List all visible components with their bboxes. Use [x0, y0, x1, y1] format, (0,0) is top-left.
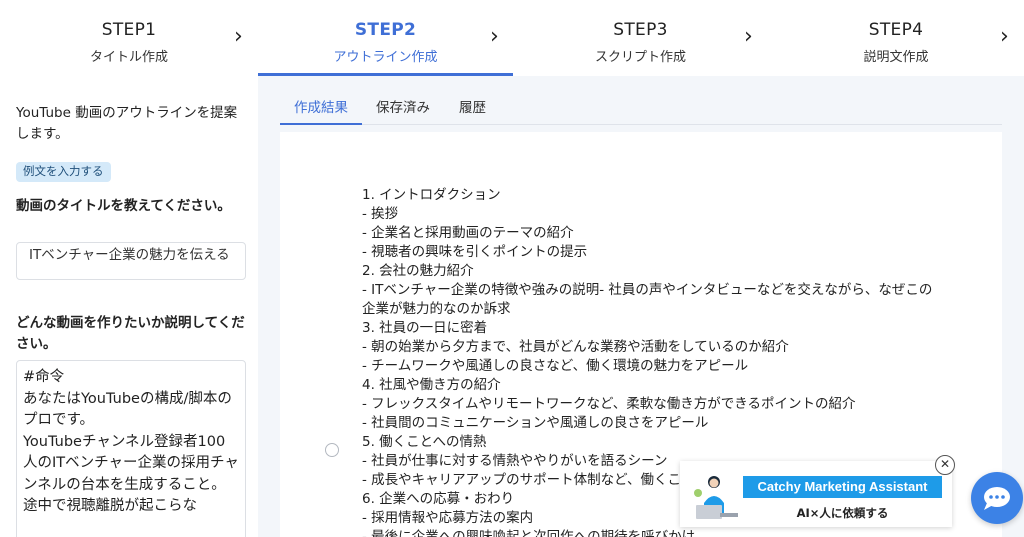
outline-line: 企業が魅力的なのか訴求	[362, 301, 511, 317]
step-navigation: STEP1 タイトル作成 › STEP2 アウトライン作成 › STEP3 スク…	[0, 0, 1024, 76]
outline-line: - 朝の始業から夕方まで、社員がどんな業務や活動をしているのか紹介	[362, 339, 789, 355]
outline-line: 1. イントロダクション	[362, 187, 501, 203]
video-title-input[interactable]: ITベンチャー企業の魅力を伝える	[16, 242, 246, 280]
outline-line: - フレックスタイムやリモートワークなど、柔軟な働き方ができるポイントの紹介	[362, 396, 856, 412]
chat-bubble-glyph	[984, 487, 1010, 510]
outline-line: 4. 社風や働き方の紹介	[362, 377, 501, 393]
chat-bubble-icon[interactable]	[971, 472, 1023, 524]
outline-line: - 最後に企業への興味喚起と次回作への期待を呼びかけ	[362, 529, 696, 537]
step-2-tab[interactable]: STEP2 アウトライン作成	[258, 0, 513, 76]
result-tabs: 作成結果 保存済み 履歴	[280, 90, 1002, 125]
active-tab-indicator	[280, 123, 362, 125]
outline-line: - ITベンチャー企業の特徴や強みの説明- 社員の声やインタビューなどを交えなが…	[362, 282, 933, 298]
step-3-tab[interactable]: STEP3 スクリプト作成	[513, 0, 768, 76]
tool-description: YouTube 動画のアウトラインを提案します。	[16, 105, 238, 142]
step-3-number: STEP3	[613, 20, 668, 40]
person-laptop-icon	[694, 476, 738, 519]
outline-line: - 企業名と採用動画のテーマの紹介	[362, 225, 574, 241]
step-2-number: STEP2	[354, 20, 417, 40]
input-sidebar: YouTube 動画のアウトラインを提案します。 例文を入力する 動画のタイトル…	[0, 76, 258, 537]
outline-line: 5. 働くことへの情熱	[362, 434, 487, 450]
outline-line: - チームワークや風通しの良さなど、働く環境の魅力をアピール	[362, 358, 749, 374]
outline-line: 3. 社員の一日に密着	[362, 320, 488, 336]
banner-subtitle: AI×人に依頼する	[796, 506, 889, 520]
banner-brand-label: Catchy Marketing Assistant	[743, 476, 942, 498]
step-1-number: STEP1	[101, 20, 157, 40]
close-icon[interactable]: ✕	[935, 455, 955, 475]
chevron-right-icon: ›	[744, 24, 753, 49]
select-outline-radio[interactable]	[325, 443, 339, 457]
title-question-label: 動画のタイトルを教えてください。	[16, 198, 231, 214]
step-3-label: スクリプト作成	[594, 50, 686, 65]
video-description-label: どんな動画を作りたいか説明してください。	[16, 315, 245, 352]
step-1-label: タイトル作成	[89, 50, 168, 65]
outline-line: - 挨拶	[362, 206, 399, 222]
outline-line: - 視聴者の興味を引くポイントの提示	[362, 244, 588, 260]
step-1-tab[interactable]: STEP1 タイトル作成	[0, 0, 258, 76]
tab-results[interactable]: 作成結果	[294, 96, 348, 116]
step-4-label: 説明文作成	[863, 50, 929, 65]
step-2-label: アウトライン作成	[333, 50, 438, 65]
step-4-tab[interactable]: STEP4 説明文作成	[768, 0, 1024, 76]
chevron-right-icon: ›	[490, 24, 499, 49]
example-input-button[interactable]: 例文を入力する	[16, 162, 111, 182]
chevron-right-icon: ›	[234, 24, 243, 49]
video-description-textarea[interactable]: #命令 あなたはYouTubeの構成/脚本のプロです。 YouTubeチャンネル…	[16, 360, 246, 537]
catchy-assistant-banner[interactable]: Catchy Marketing Assistant AI×人に依頼する	[680, 461, 952, 527]
outline-line: 2. 会社の魅力紹介	[362, 263, 474, 279]
step-4-number: STEP4	[868, 20, 924, 40]
tab-saved[interactable]: 保存済み	[376, 96, 430, 116]
tab-history[interactable]: 履歴	[459, 96, 486, 116]
chevron-right-icon: ›	[1000, 24, 1009, 49]
outline-line: - 社員間のコミュニケーションや風通しの良さをアピール	[362, 415, 709, 431]
